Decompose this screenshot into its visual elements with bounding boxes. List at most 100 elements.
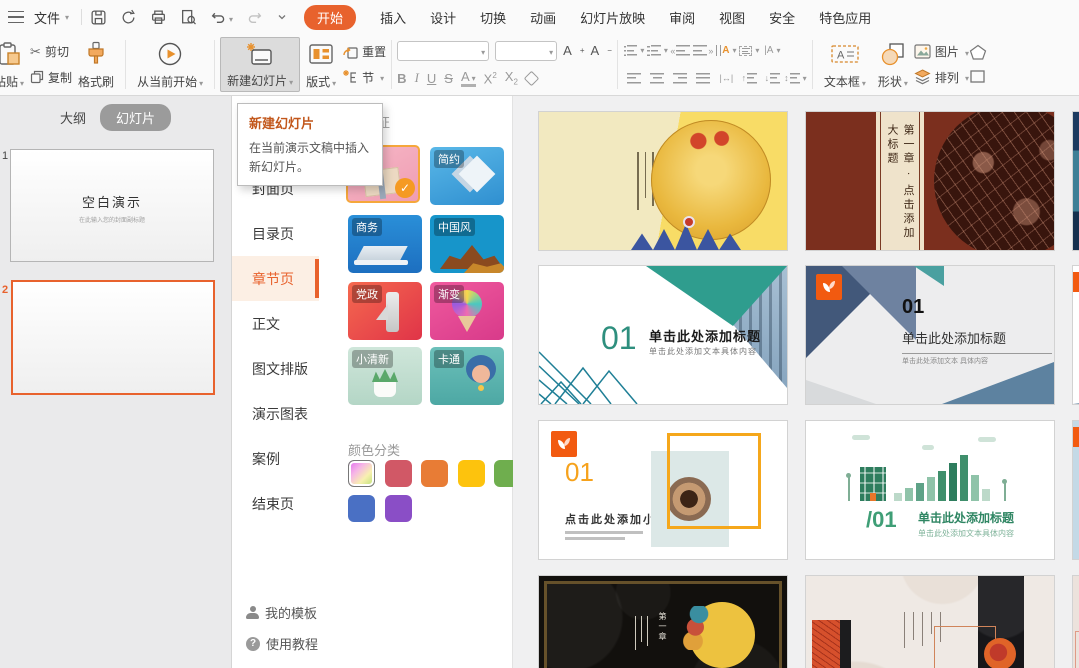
style-tile-party[interactable]: 党政 xyxy=(348,282,422,340)
undo-button[interactable] xyxy=(210,9,233,26)
cut-button[interactable]: ✂剪切 xyxy=(30,41,72,63)
slide-layout-button[interactable]: 版式 xyxy=(300,37,342,92)
template-preview-coffee-01[interactable]: 01 点击此处添加小标题 xyxy=(538,420,788,560)
font-color-button[interactable]: A xyxy=(461,69,476,87)
numbered-list-button[interactable] xyxy=(646,40,669,62)
arrange-button[interactable]: 排列 xyxy=(914,66,969,88)
align-center-button[interactable] xyxy=(646,67,669,89)
italic-button[interactable]: I xyxy=(415,70,419,86)
template-preview-partial-1[interactable] xyxy=(1072,111,1079,251)
tab-design[interactable]: 设计 xyxy=(430,8,456,27)
save-icon[interactable] xyxy=(90,9,107,26)
new-slide-tooltip: 新建幻灯片 在当前演示文稿中插入新幻灯片。 xyxy=(237,103,383,186)
decrease-font-button[interactable]: A− xyxy=(591,43,612,58)
slide-1-thumbnail[interactable]: 空白演示 在此输入您的封面副标题 xyxy=(10,149,214,262)
new-slide-button[interactable]: 新建幻灯片 xyxy=(220,37,300,92)
reset-button[interactable]: 重置 xyxy=(342,41,386,63)
style-tile-business[interactable]: 商务 xyxy=(348,215,422,273)
category-toc[interactable]: 目录页 xyxy=(232,211,319,256)
redo-button[interactable] xyxy=(246,9,263,26)
strikethrough-button[interactable]: S xyxy=(444,71,453,86)
bullet-list-button[interactable] xyxy=(623,40,646,62)
style-tile-chinese[interactable]: 中国风 xyxy=(430,215,504,273)
style-tile-cartoon[interactable]: 卡通 xyxy=(430,347,504,405)
tutorial-link[interactable]: 使用教程 xyxy=(246,634,318,653)
distribute-button[interactable]: |↔| xyxy=(715,67,738,89)
tab-review[interactable]: 审阅 xyxy=(669,8,695,27)
shapes-button[interactable]: 形状 xyxy=(872,37,914,92)
picture-button[interactable]: 图片 xyxy=(914,41,969,63)
tab-animation[interactable]: 动画 xyxy=(530,8,556,27)
format-painter-button[interactable]: 格式刷 xyxy=(72,37,120,92)
clear-format-icon[interactable] xyxy=(524,70,540,86)
file-menu[interactable]: 文件 xyxy=(30,8,73,27)
template-preview-teal-01[interactable]: 01 单击此处添加标题 单击此处添加文本具体内容 xyxy=(538,265,788,405)
section-button[interactable]: 节 xyxy=(342,66,386,88)
tab-view[interactable]: 视图 xyxy=(719,8,745,27)
hamburger-menu-icon[interactable] xyxy=(8,11,24,23)
text-placeholder-button[interactable] xyxy=(738,40,761,62)
font-name-select[interactable] xyxy=(397,41,489,61)
tab-home[interactable]: 开始 xyxy=(304,5,356,30)
play-from-current-button[interactable]: 从当前开始 xyxy=(131,37,209,92)
slide-2-thumbnail-selected[interactable] xyxy=(11,280,215,395)
align-left-button[interactable] xyxy=(623,67,646,89)
tab-special-apps[interactable]: 特色应用 xyxy=(819,8,871,27)
output-icon[interactable] xyxy=(120,9,137,26)
swatch-purple[interactable] xyxy=(385,495,412,522)
swatch-rainbow-selected[interactable] xyxy=(348,460,375,487)
increase-line-spacing-button[interactable]: ↑ xyxy=(738,67,761,89)
category-body[interactable]: 正文 xyxy=(232,301,319,346)
superscript-button[interactable]: X2 xyxy=(484,71,497,86)
shape-outline-button[interactable] xyxy=(969,66,987,88)
style-tile-simple[interactable]: 简约 xyxy=(430,147,504,205)
my-templates-link[interactable]: 我的模板 xyxy=(246,603,317,622)
category-end-page[interactable]: 结束页 xyxy=(232,481,319,526)
template-preview-partial-4[interactable] xyxy=(1072,575,1079,668)
template-preview-maroon-chapter[interactable]: 第一章 · 点击添加大标题 xyxy=(805,111,1055,251)
template-preview-dragon[interactable]: 壹 xyxy=(538,111,788,251)
template-preview-partial-2[interactable] xyxy=(1072,265,1079,405)
swatch-yellow[interactable] xyxy=(458,460,485,487)
tab-transition[interactable]: 切换 xyxy=(480,8,506,27)
swatch-red[interactable] xyxy=(385,460,412,487)
customize-toolbar-icon[interactable] xyxy=(276,11,288,23)
tab-insert[interactable]: 插入 xyxy=(380,8,406,27)
char-spacing-button[interactable]: |A xyxy=(761,40,784,62)
tab-security[interactable]: 安全 xyxy=(769,8,795,27)
category-charts[interactable]: 演示图表 xyxy=(232,391,319,436)
paste-button[interactable]: 粘贴 xyxy=(0,37,30,92)
increase-font-button[interactable]: A+ xyxy=(563,43,584,58)
justify-button[interactable] xyxy=(692,67,715,89)
shape-fill-button[interactable] xyxy=(969,41,987,63)
category-image-text[interactable]: 图文排版 xyxy=(232,346,319,391)
tab-slides[interactable]: 幻灯片 xyxy=(100,104,171,131)
print-icon[interactable] xyxy=(150,9,167,26)
swatch-blue[interactable] xyxy=(348,495,375,522)
tab-slideshow[interactable]: 幻灯片放映 xyxy=(580,8,645,27)
textbox-button[interactable]: A 文本框 xyxy=(818,37,872,92)
decrease-indent-button[interactable]: « xyxy=(669,40,692,62)
copy-button[interactable]: 复制 xyxy=(30,66,72,88)
tab-outline[interactable]: 大纲 xyxy=(60,108,86,127)
underline-button[interactable]: U xyxy=(427,71,436,86)
template-preview-partial-3[interactable] xyxy=(1072,420,1079,560)
decrease-line-spacing-button[interactable]: ↓ xyxy=(761,67,784,89)
style-tile-gradient[interactable]: 渐变 xyxy=(430,282,504,340)
print-preview-icon[interactable] xyxy=(180,9,197,26)
text-direction-button[interactable]: A xyxy=(715,40,738,62)
subscript-button[interactable]: X2 xyxy=(505,69,518,87)
category-section-page[interactable]: 章节页 xyxy=(232,256,319,301)
category-cases[interactable]: 案例 xyxy=(232,436,319,481)
increase-indent-button[interactable]: » xyxy=(692,40,715,62)
style-tile-fresh[interactable]: 小清新 xyxy=(348,347,422,405)
template-preview-beige-bird[interactable] xyxy=(805,575,1055,668)
bold-button[interactable]: B xyxy=(397,71,406,86)
font-size-select[interactable] xyxy=(495,41,557,61)
align-right-button[interactable] xyxy=(669,67,692,89)
line-spacing-button[interactable]: ↕ xyxy=(784,67,807,89)
template-preview-gray-01[interactable]: 01 单击此处添加标题 单击此处添加文本 具体内容 xyxy=(805,265,1055,405)
template-preview-black-phoenix[interactable]: 第一章 xyxy=(538,575,788,668)
template-preview-green-chart[interactable]: /01 单击此处添加标题 单击此处添加文本具体内容 xyxy=(805,420,1055,560)
swatch-orange[interactable] xyxy=(421,460,448,487)
